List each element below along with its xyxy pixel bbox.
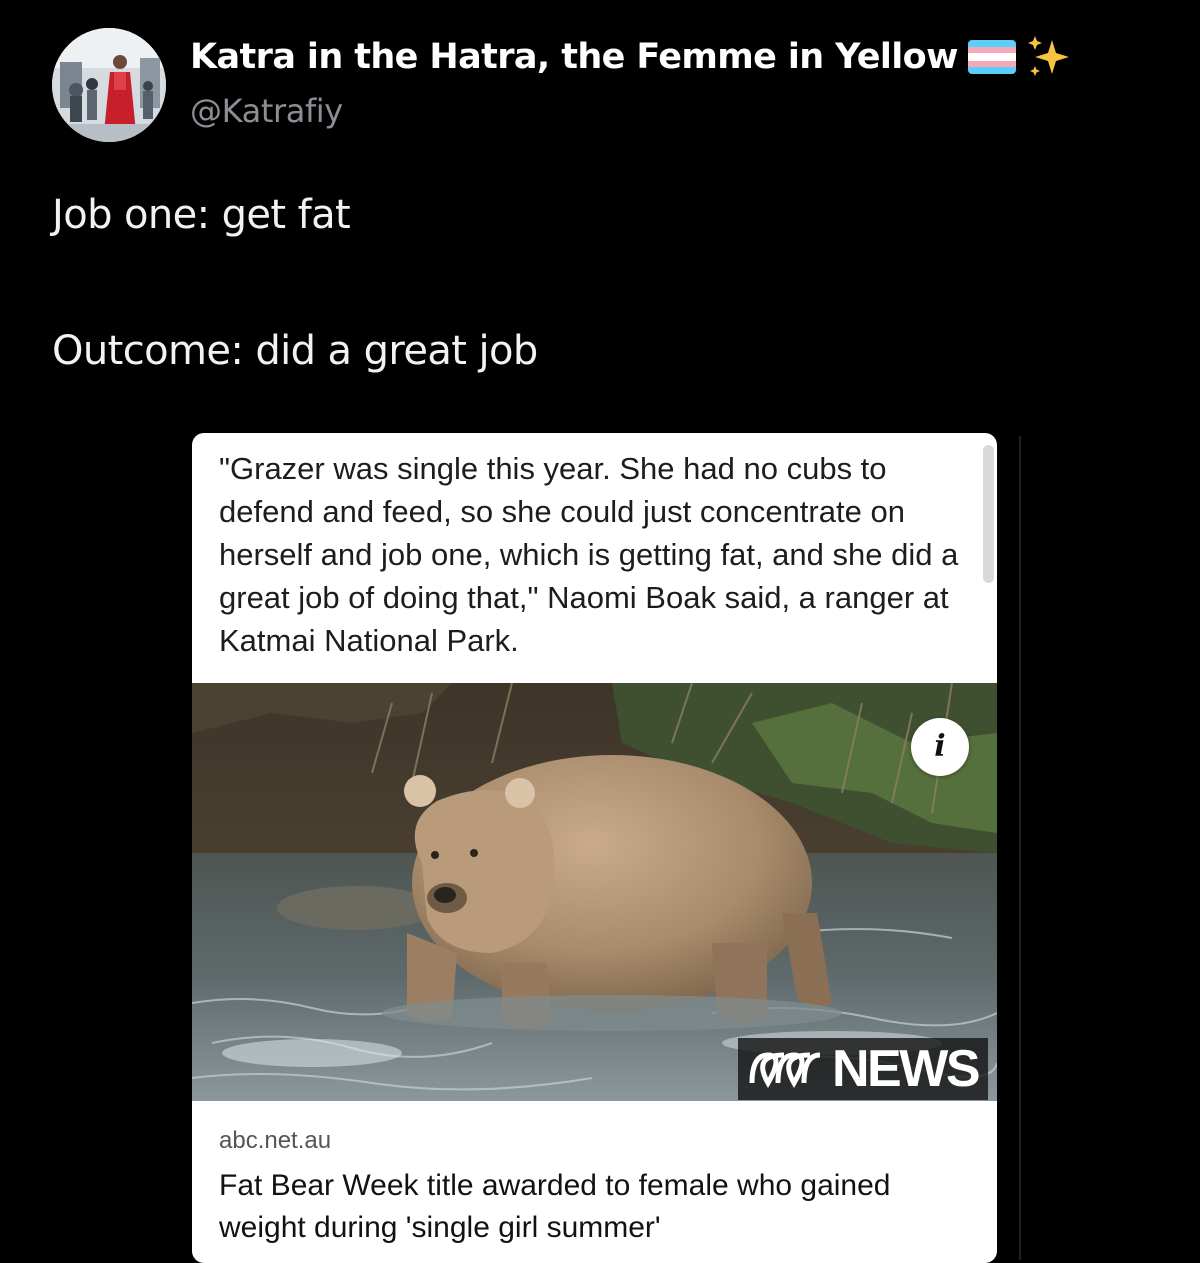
tweet-text-line: Outcome: did a great job bbox=[52, 328, 538, 374]
article-domain[interactable]: abc.net.au bbox=[219, 1127, 331, 1155]
abc-logo-icon bbox=[749, 1052, 821, 1089]
news-wordmark: NEWS bbox=[832, 1040, 981, 1098]
abc-news-watermark: NEWS bbox=[738, 1038, 988, 1100]
embedded-article-card[interactable]: "Grazer was single this year. She had no… bbox=[192, 433, 997, 1263]
transgender-flag-icon bbox=[967, 40, 1016, 74]
tweet-text-line: Job one: get fat bbox=[52, 192, 351, 238]
author-handle[interactable]: @Katrafiy bbox=[190, 92, 343, 130]
author-display-name[interactable]: Katra in the Hatra, the Femme in Yellow bbox=[190, 37, 958, 77]
article-headline[interactable]: Fat Bear Week title awarded to female wh… bbox=[219, 1165, 979, 1249]
thread-divider bbox=[1019, 436, 1021, 1260]
sparkles-icon bbox=[1026, 34, 1072, 80]
avatar-photo bbox=[52, 28, 166, 142]
scrollbar[interactable] bbox=[983, 445, 994, 583]
article-quote: "Grazer was single this year. She had no… bbox=[219, 451, 959, 658]
author-avatar[interactable] bbox=[52, 28, 166, 142]
image-info-button[interactable]: i bbox=[911, 718, 969, 776]
author-name-row: Katra in the Hatra, the Femme in Yellow bbox=[190, 34, 1072, 80]
